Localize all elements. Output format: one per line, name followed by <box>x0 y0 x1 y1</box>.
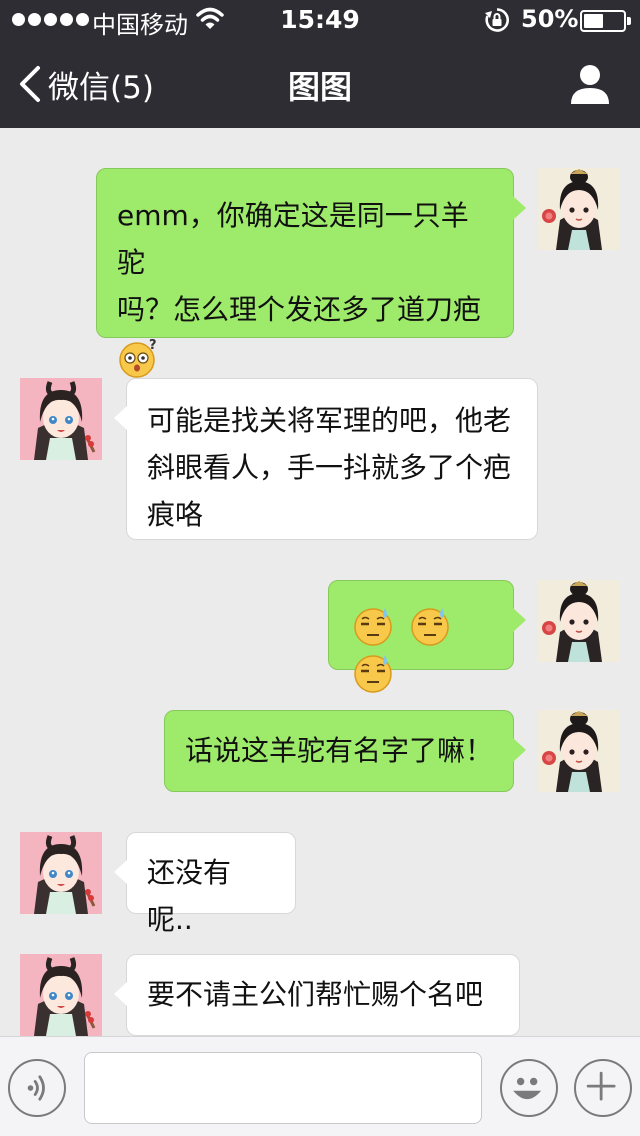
message-text-line: emm，你确定这是同一只羊驼 <box>117 199 469 279</box>
message-text-line: 斜眼看人，手一抖就多了个疤 <box>147 451 512 484</box>
message-text-line: 痕咯 <box>147 498 204 531</box>
sweat-face-emoji <box>354 655 392 693</box>
profile-icon[interactable] <box>566 62 614 106</box>
voice-button[interactable] <box>8 1059 66 1117</box>
svg-text:?: ? <box>149 338 157 353</box>
input-toolbar <box>0 1036 640 1136</box>
plus-icon <box>586 1071 616 1101</box>
contact-avatar[interactable] <box>20 378 102 460</box>
message-text-line: 吗？怎么理个发还多了道刀疤 <box>117 293 482 326</box>
message-bubble-received[interactable]: 可能是找关将军理的吧，他老 斜眼看人，手一抖就多了个疤 痕咯 <box>114 378 538 540</box>
sweat-face-emoji <box>354 608 392 646</box>
contact-avatar[interactable] <box>20 954 102 1036</box>
battery-percent: 50% <box>521 5 579 33</box>
back-label: 微信(5) <box>48 69 154 106</box>
voice-icon <box>27 1075 45 1101</box>
message-input[interactable] <box>84 1052 482 1124</box>
message-list[interactable]: emm，你确定这是同一只羊驼 吗？怎么理个发还多了道刀疤 ? 可能是找关将军理的… <box>0 128 640 1036</box>
orientation-lock-icon <box>485 8 509 32</box>
my-avatar[interactable] <box>538 710 620 792</box>
dizzy-face-emoji: ? <box>119 338 157 378</box>
emoji-button[interactable] <box>500 1059 558 1117</box>
message-bubble-sent[interactable]: emm，你确定这是同一只羊驼 吗？怎么理个发还多了道刀疤 ? <box>96 168 526 378</box>
message-text-line: 话说这羊驼有名字了嘛！ <box>185 734 494 767</box>
message-bubble-received[interactable]: 要不请主公们帮忙赐个名吧~ <box>114 954 520 1036</box>
back-button[interactable]: 微信(5) <box>16 56 154 112</box>
my-avatar[interactable] <box>538 168 620 250</box>
message-text-line: 可能是找关将军理的吧，他老 <box>147 404 512 437</box>
message-bubble-sent[interactable]: 话说这羊驼有名字了嘛！ <box>164 710 526 792</box>
emoji-icon <box>513 1077 542 1100</box>
my-avatar[interactable] <box>538 580 620 662</box>
contact-avatar[interactable] <box>20 832 102 914</box>
sweat-face-emoji <box>411 608 449 646</box>
status-bar: 中国移动 15:49 50% <box>0 0 640 40</box>
more-button[interactable] <box>574 1059 632 1117</box>
message-text-line: 要不请主公们帮忙赐个名吧~ <box>147 978 484 1036</box>
navigation-header: 中国移动 15:49 50% 微信(5) 图图 <box>0 0 640 128</box>
battery-icon <box>580 10 631 32</box>
back-chevron-icon <box>20 66 40 102</box>
message-text-line: 还没有呢.. <box>147 856 232 936</box>
message-bubble-received[interactable]: 还没有呢.. <box>114 832 296 936</box>
message-bubble-sent[interactable] <box>328 580 526 693</box>
